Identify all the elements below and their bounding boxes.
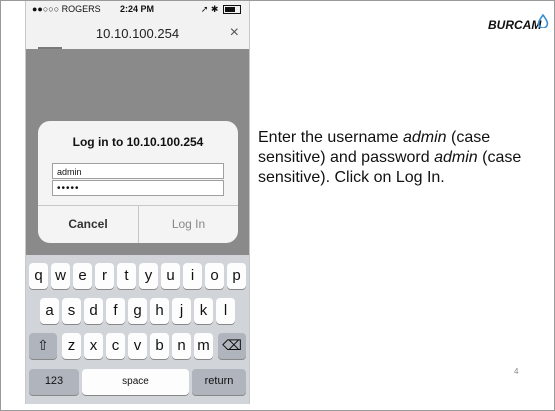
key-t[interactable]: t (117, 263, 136, 289)
key-v[interactable]: v (128, 333, 147, 359)
carrier-label: ●●○○○ ROGERS (32, 4, 101, 14)
url-text: 10.10.100.254 (95, 26, 180, 41)
key-u[interactable]: u (161, 263, 180, 289)
password-emphasis: admin (434, 149, 478, 166)
cancel-button[interactable]: Cancel (38, 217, 138, 231)
login-button[interactable]: Log In (139, 217, 238, 231)
login-dialog: Log in to 10.10.100.254 admin ••••• Canc… (38, 121, 238, 243)
close-icon[interactable]: × (230, 24, 239, 42)
key-z[interactable]: z (62, 333, 81, 359)
keyboard: q w e r t y u i o p a s d f g h j k l ⇧ … (26, 255, 249, 404)
phone-screenshot: ●●○○○ ROGERS 2:24 PM ➚ ✱ 10.10.100.254 ×… (25, 1, 250, 404)
water-drop-icon (537, 14, 549, 28)
password-field[interactable]: ••••• (52, 180, 224, 196)
key-x[interactable]: x (84, 333, 103, 359)
key-n[interactable]: n (172, 333, 191, 359)
username-emphasis: admin (402, 129, 447, 146)
burcam-logo: BURCAM (488, 18, 542, 32)
space-key[interactable]: space (82, 369, 189, 395)
key-d[interactable]: d (84, 298, 103, 324)
slide: ●●○○○ ROGERS 2:24 PM ➚ ✱ 10.10.100.254 ×… (0, 0, 555, 411)
key-k[interactable]: k (194, 298, 213, 324)
url-bar[interactable]: 10.10.100.254 × (26, 19, 249, 49)
instruction-text: Enter the username admin (case sensitive… (258, 128, 538, 188)
key-r[interactable]: r (95, 263, 114, 289)
key-m[interactable]: m (194, 333, 213, 359)
key-b[interactable]: b (150, 333, 169, 359)
key-p[interactable]: p (227, 263, 246, 289)
page-number: 4 (514, 367, 519, 376)
shift-key-icon[interactable]: ⇧ (29, 333, 57, 359)
key-i[interactable]: i (183, 263, 202, 289)
key-s[interactable]: s (62, 298, 81, 324)
key-q[interactable]: q (29, 263, 48, 289)
key-e[interactable]: e (73, 263, 92, 289)
key-g[interactable]: g (128, 298, 147, 324)
key-y[interactable]: y (139, 263, 158, 289)
location-bluetooth-icons: ➚ ✱ (200, 4, 219, 14)
key-l[interactable]: l (216, 298, 235, 324)
key-f[interactable]: f (106, 298, 125, 324)
web-content-dimmed: Log in to 10.10.100.254 admin ••••• Canc… (26, 49, 249, 255)
status-time: 2:24 PM (120, 4, 155, 14)
key-h[interactable]: h (150, 298, 169, 324)
status-bar: ●●○○○ ROGERS 2:24 PM ➚ ✱ (26, 1, 249, 19)
return-key[interactable]: return (192, 369, 246, 395)
username-field[interactable]: admin (52, 163, 224, 179)
key-w[interactable]: w (51, 263, 70, 289)
numbers-key[interactable]: 123 (29, 369, 79, 395)
instruction-part-1: Enter the username (258, 129, 403, 146)
status-icons: ➚ ✱ (201, 4, 241, 15)
dialog-title: Log in to 10.10.100.254 (72, 135, 204, 149)
key-j[interactable]: j (172, 298, 191, 324)
key-a[interactable]: a (40, 298, 59, 324)
key-c[interactable]: c (106, 333, 125, 359)
key-o[interactable]: o (205, 263, 224, 289)
battery-icon (223, 5, 241, 15)
backspace-key-icon[interactable]: ⌫ (218, 333, 246, 359)
